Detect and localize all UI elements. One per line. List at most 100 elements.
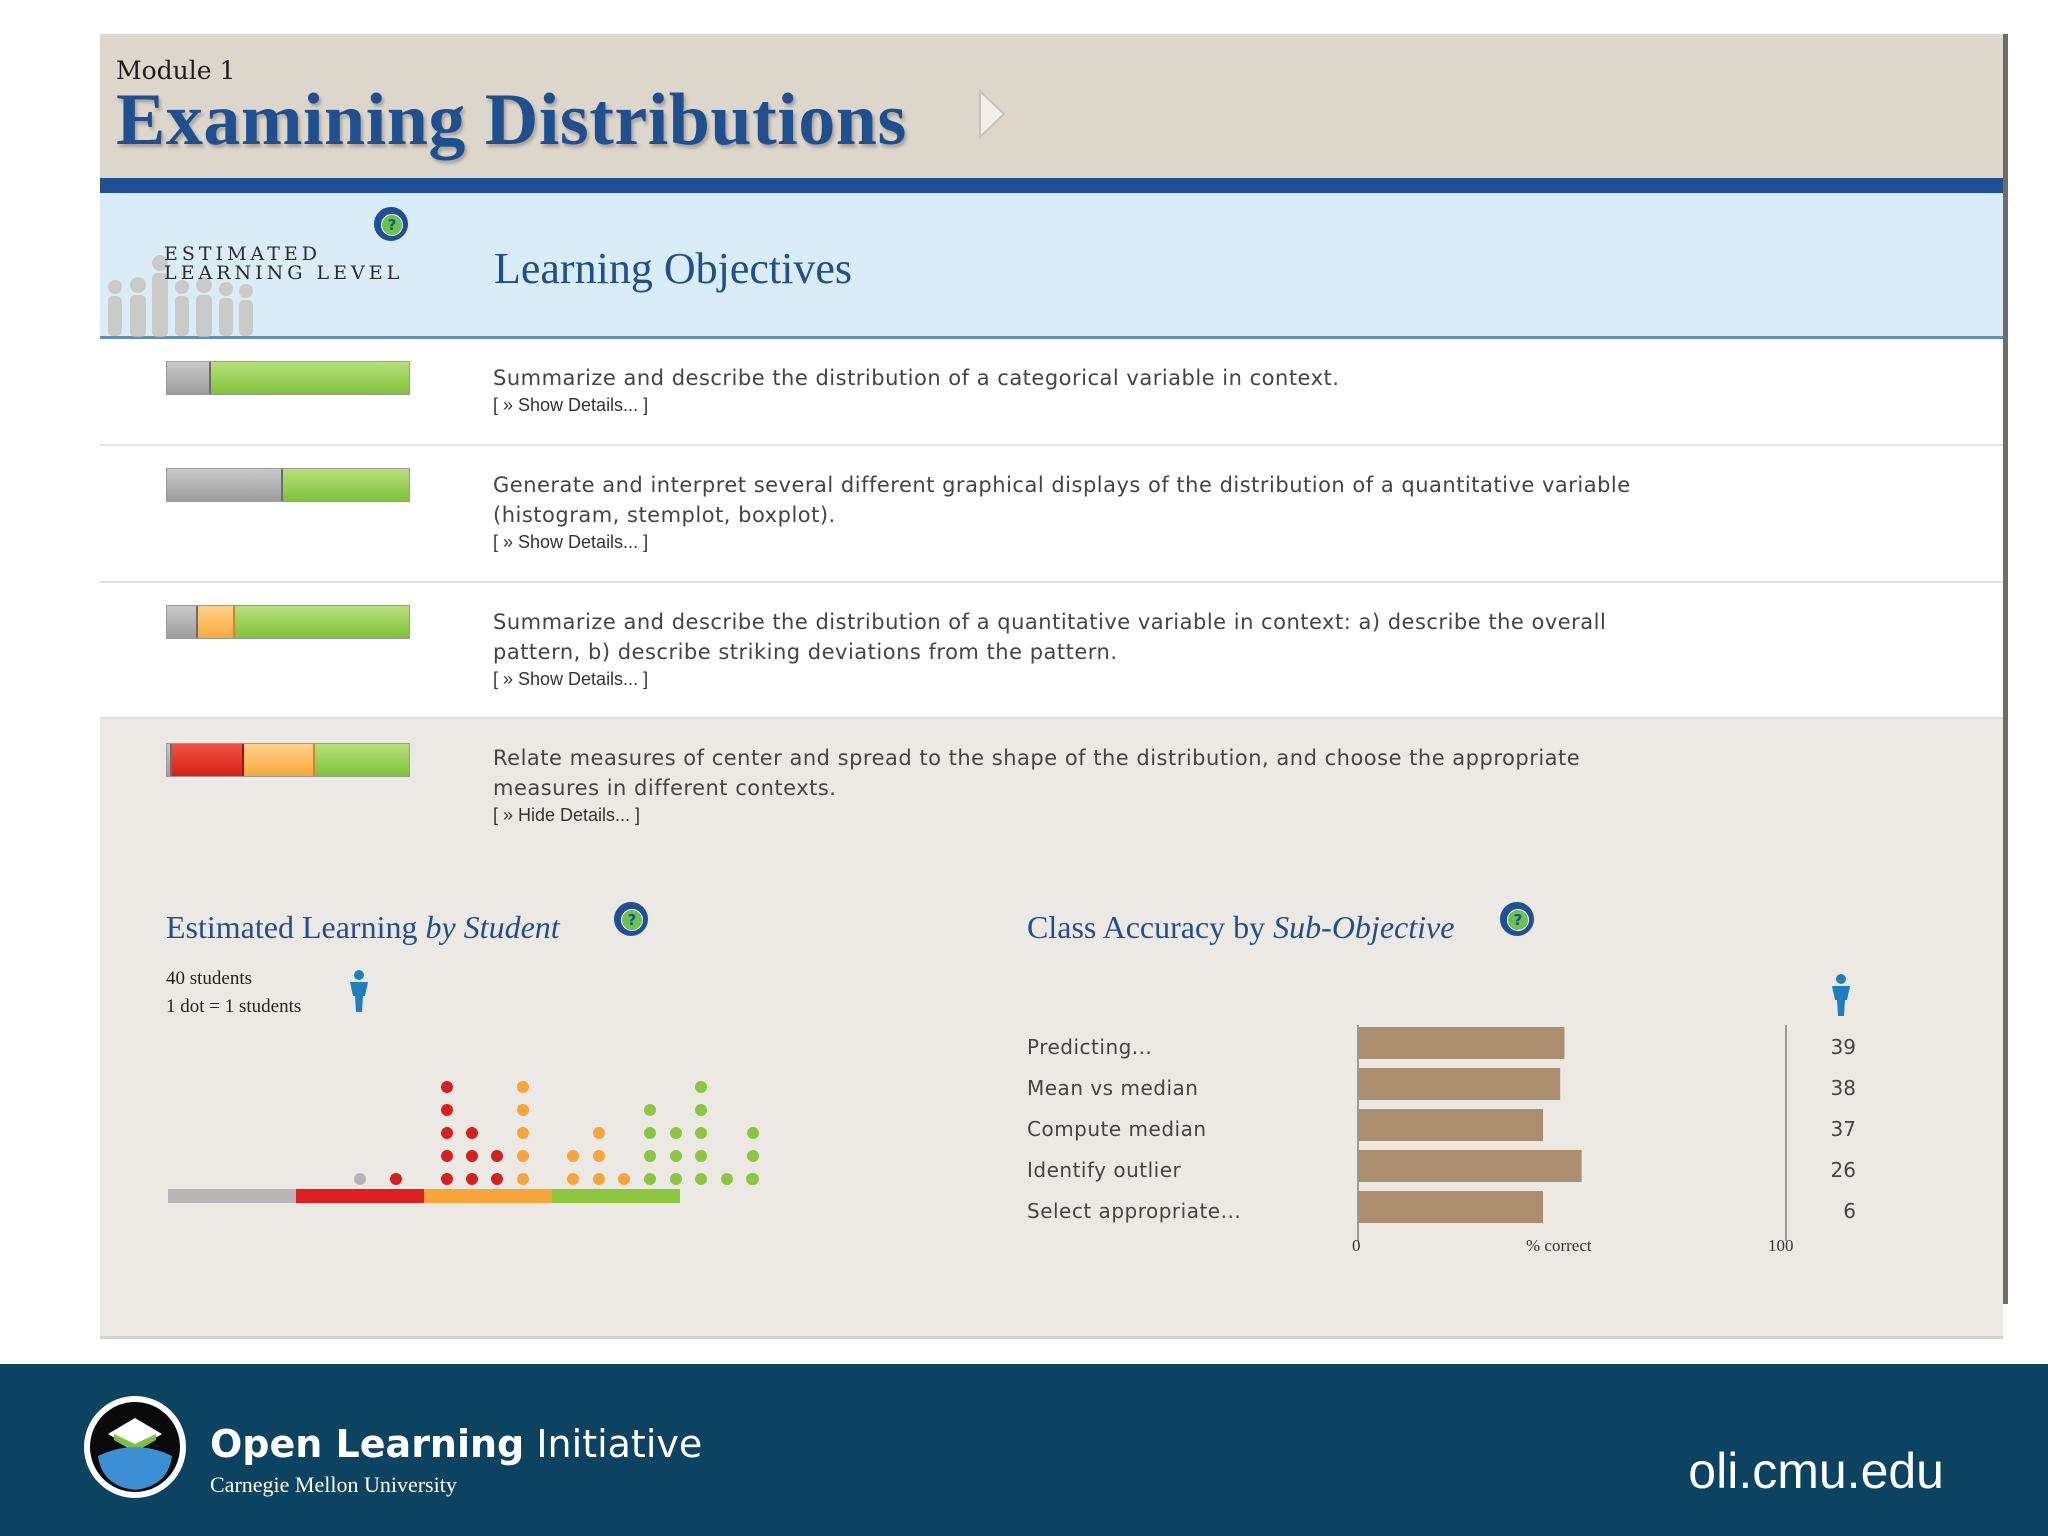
student-dot bbox=[466, 1150, 478, 1162]
student-dot-plot bbox=[168, 1081, 759, 1203]
accuracy-bar bbox=[1359, 1150, 1582, 1182]
class-accuracy-help-icon[interactable] bbox=[1500, 902, 1534, 936]
bar-count: 26 bbox=[1830, 1158, 1856, 1182]
ca-title-emphasis: Sub-Objective bbox=[1273, 909, 1455, 945]
student-dot bbox=[567, 1173, 579, 1185]
student-dot bbox=[593, 1127, 605, 1139]
estimated-learning-help-icon[interactable] bbox=[614, 902, 648, 936]
level-segment-red bbox=[171, 744, 245, 776]
student-dot bbox=[670, 1150, 682, 1162]
objective-text: Relate measures of center and spread to … bbox=[493, 743, 1693, 827]
objective-text: Generate and interpret several different… bbox=[493, 470, 1693, 554]
student-dot bbox=[517, 1150, 529, 1162]
header-divider bbox=[100, 178, 2003, 193]
level-segment-gray bbox=[167, 362, 211, 394]
learning-level-bar bbox=[166, 605, 410, 639]
level-segment-green bbox=[314, 744, 409, 776]
level-segment-gray bbox=[167, 606, 199, 638]
show-details-link[interactable]: [ » Show Details... ] bbox=[493, 530, 1693, 554]
student-dot bbox=[466, 1173, 478, 1185]
axis-max-label: 100 bbox=[1768, 1236, 1794, 1255]
student-dot bbox=[670, 1173, 682, 1185]
student-dot bbox=[441, 1081, 453, 1093]
level-segment-green bbox=[210, 362, 409, 394]
level-band-gray bbox=[168, 1189, 296, 1203]
student-dot bbox=[747, 1150, 759, 1162]
estimated-learning-level-label: ESTIMATED LEARNING LEVEL bbox=[164, 245, 403, 283]
show-details-link[interactable]: [ » Show Details... ] bbox=[493, 393, 1693, 417]
student-dot bbox=[441, 1127, 453, 1139]
module-title: Examining Distributions bbox=[116, 79, 907, 161]
student-dot bbox=[517, 1127, 529, 1139]
objective-description: Relate measures of center and spread to … bbox=[493, 746, 1581, 800]
objective-text: Summarize and describe the distribution … bbox=[493, 363, 1693, 417]
person-icon bbox=[1832, 974, 1850, 1016]
student-dot bbox=[441, 1104, 453, 1116]
objective-description: Summarize and describe the distribution … bbox=[493, 366, 1340, 390]
student-dot bbox=[593, 1173, 605, 1185]
oli-logo-icon[interactable] bbox=[82, 1394, 188, 1500]
objective-description: Generate and interpret several different… bbox=[493, 473, 1631, 527]
page: Module 1 Examining Distributions ? ESTIM… bbox=[0, 0, 2048, 1536]
student-dot bbox=[747, 1127, 759, 1139]
student-dot bbox=[466, 1127, 478, 1139]
student-dot bbox=[695, 1150, 707, 1162]
learning-objectives-title: Learning Objectives bbox=[494, 244, 852, 293]
bar-label: Compute median bbox=[1027, 1117, 1207, 1141]
footer: Open Learning Initiative Carnegie Mellon… bbox=[0, 1364, 2048, 1536]
footer-url-link[interactable]: oli.cmu.edu bbox=[1688, 1442, 1944, 1500]
el-title-prefix: Estimated Learning bbox=[166, 909, 426, 945]
ca-title-prefix: Class Accuracy by bbox=[1027, 909, 1274, 945]
student-dot bbox=[567, 1150, 579, 1162]
student-dot bbox=[593, 1150, 605, 1162]
level-band-red bbox=[296, 1189, 424, 1203]
bar-label: Identify outlier bbox=[1027, 1158, 1182, 1182]
brand-bold: Open Learning bbox=[210, 1422, 525, 1466]
show-details-link[interactable]: [ » Show Details... ] bbox=[493, 667, 1693, 691]
class-accuracy-title: Class Accuracy by Sub-Objective bbox=[1027, 909, 1454, 946]
student-dot bbox=[695, 1173, 707, 1185]
student-dot bbox=[670, 1127, 682, 1139]
learning-level-bar bbox=[166, 361, 410, 395]
student-dot bbox=[721, 1173, 733, 1185]
bar-label: Predicting... bbox=[1027, 1035, 1153, 1059]
bar-count: 37 bbox=[1830, 1117, 1856, 1141]
learning-level-help-icon[interactable] bbox=[374, 207, 408, 241]
hide-details-link[interactable]: [ » Hide Details... ] bbox=[493, 803, 1693, 827]
learning-level-bar bbox=[166, 743, 410, 777]
axis-title: % correct bbox=[1526, 1236, 1592, 1255]
students-count: 40 students bbox=[166, 968, 253, 989]
bar-count: 6 bbox=[1843, 1199, 1856, 1223]
student-dot bbox=[390, 1173, 402, 1185]
module-window: Module 1 Examining Distributions ? ESTIM… bbox=[100, 34, 2008, 1339]
objectives-header: ESTIMATED LEARNING LEVEL Learning Object… bbox=[100, 193, 2003, 339]
accuracy-bar bbox=[1359, 1068, 1561, 1100]
bar-count: 39 bbox=[1830, 1035, 1856, 1059]
accuracy-bar bbox=[1359, 1109, 1544, 1141]
next-arrow-icon[interactable] bbox=[976, 87, 1008, 141]
level-segment-orange bbox=[244, 744, 315, 776]
level-label-line2: LEARNING LEVEL bbox=[164, 262, 404, 284]
objective-row-4-expanded: Relate measures of center and spread to … bbox=[100, 719, 2003, 1339]
level-band-orange bbox=[424, 1189, 552, 1203]
level-band-green bbox=[552, 1189, 680, 1203]
el-title-emphasis: by Student bbox=[425, 909, 560, 945]
level-segment-orange bbox=[198, 606, 235, 638]
level-segment-gray bbox=[167, 469, 284, 501]
bar-count: 38 bbox=[1830, 1076, 1856, 1100]
student-dot bbox=[695, 1081, 707, 1093]
student-dot bbox=[441, 1150, 453, 1162]
student-dot bbox=[517, 1173, 529, 1185]
objective-description: Summarize and describe the distribution … bbox=[493, 610, 1607, 664]
estimated-learning-title: Estimated Learning by Student bbox=[166, 909, 560, 946]
student-dot bbox=[695, 1104, 707, 1116]
student-dot bbox=[747, 1173, 759, 1185]
bar-label: Select appropriate... bbox=[1027, 1199, 1242, 1223]
student-dot bbox=[644, 1173, 656, 1185]
objective-text: Summarize and describe the distribution … bbox=[493, 607, 1693, 691]
accuracy-bar bbox=[1359, 1027, 1565, 1059]
bar-label: Mean vs median bbox=[1027, 1076, 1199, 1100]
brand-name: Open Learning Initiative bbox=[210, 1422, 702, 1466]
accuracy-bar bbox=[1359, 1191, 1544, 1223]
objective-row-2: Generate and interpret several different… bbox=[100, 446, 2003, 583]
